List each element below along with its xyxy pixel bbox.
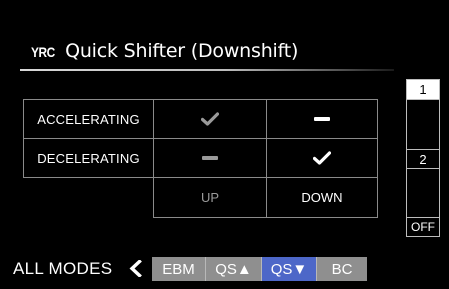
accelerating-down-cell[interactable] bbox=[266, 99, 378, 139]
gear-scale-2: 2 bbox=[419, 151, 427, 167]
gear-scale-off: OFF bbox=[411, 220, 435, 234]
dash-icon bbox=[202, 156, 218, 160]
decelerating-down-cell[interactable] bbox=[266, 138, 378, 178]
shift-matrix: ACCELERATING DECELERATING UP DOWN bbox=[23, 99, 378, 218]
decelerating-up-cell[interactable] bbox=[153, 138, 267, 178]
row-label-accelerating: ACCELERATING bbox=[23, 99, 154, 139]
tab-ebm[interactable]: EBM bbox=[152, 257, 206, 281]
column-label-up: UP bbox=[153, 177, 267, 218]
mode-tabs: EBM QS▲ QS▼ BC bbox=[152, 257, 367, 281]
tab-bc[interactable]: BC bbox=[317, 257, 367, 281]
all-modes-label[interactable]: ALL MODES bbox=[13, 259, 112, 279]
gear-scale: 1 2 OFF bbox=[406, 79, 440, 237]
check-icon bbox=[201, 112, 219, 126]
column-label-down: DOWN bbox=[266, 177, 378, 218]
title-divider bbox=[20, 69, 394, 71]
page-title: Quick Shifter (Downshift) bbox=[65, 40, 299, 62]
scale-divider bbox=[407, 99, 439, 100]
title-row: YRC Quick Shifter (Downshift) bbox=[31, 40, 298, 64]
brand-logo: YRC bbox=[31, 44, 55, 60]
gear-scale-1-selected: 1 bbox=[407, 80, 439, 99]
tab-qs-up[interactable]: QS▲ bbox=[206, 257, 262, 281]
chevron-left-icon[interactable] bbox=[129, 260, 142, 277]
accelerating-up-cell[interactable] bbox=[153, 99, 267, 139]
dash-icon bbox=[314, 117, 330, 121]
tab-qs-down[interactable]: QS▼ bbox=[262, 257, 317, 281]
row-label-decelerating: DECELERATING bbox=[23, 138, 154, 178]
check-icon bbox=[313, 151, 331, 165]
scale-divider bbox=[407, 168, 439, 169]
quick-shifter-screen: YRC Quick Shifter (Downshift) ACCELERATI… bbox=[0, 0, 449, 289]
